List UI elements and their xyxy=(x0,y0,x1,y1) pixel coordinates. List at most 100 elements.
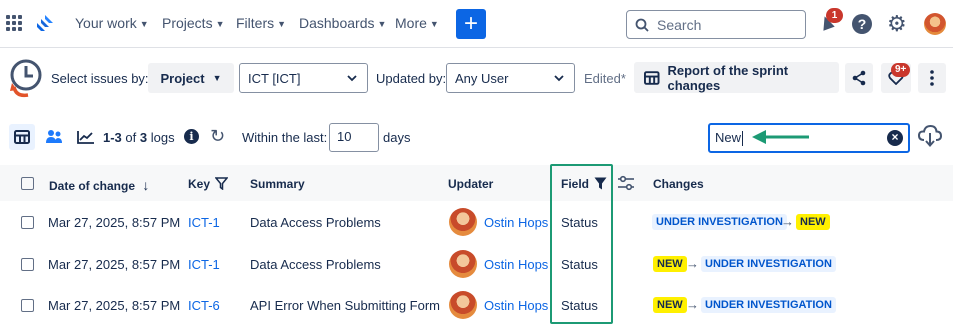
clear-icon[interactable]: × xyxy=(887,130,903,146)
table-icon xyxy=(14,130,30,144)
filter-outline-icon[interactable] xyxy=(215,177,228,190)
column-key-header[interactable]: Key xyxy=(188,177,210,191)
issue-key-link[interactable]: ICT-1 xyxy=(188,257,220,272)
create-button[interactable]: + xyxy=(456,9,486,39)
more-vertical-icon xyxy=(930,70,934,86)
column-changes-header[interactable]: Changes xyxy=(653,177,704,191)
arrow-right-icon: → xyxy=(686,256,699,271)
logs-total: 3 xyxy=(139,130,148,145)
chevron-down-icon: ▼ xyxy=(215,19,225,29)
info-icon[interactable]: i xyxy=(184,129,199,144)
nav-label: Filters xyxy=(236,15,275,31)
nav-projects[interactable]: Projects ▼ xyxy=(162,15,225,31)
avatar xyxy=(449,250,477,278)
count-badge: 9+ xyxy=(891,63,911,77)
gear-icon[interactable]: ⚙ xyxy=(887,13,907,35)
project-selector-button[interactable]: Project ▼ xyxy=(148,63,234,93)
sort-down-arrow-icon[interactable]: ↓ xyxy=(142,177,149,193)
history-clock-logo-icon xyxy=(10,59,42,98)
column-summary-header[interactable]: Summary xyxy=(250,177,305,191)
date-cell: Mar 27, 2025, 8:57 PM xyxy=(48,298,181,313)
within-last-label: Within the last: xyxy=(242,130,328,145)
column-settings-icon[interactable] xyxy=(617,175,635,191)
filter-value: New xyxy=(715,130,742,145)
more-actions-button[interactable] xyxy=(918,63,946,93)
field-column-highlight xyxy=(550,164,613,324)
app-switcher-icon[interactable] xyxy=(6,15,22,31)
nav-dashboards[interactable]: Dashboards ▼ xyxy=(299,15,386,31)
summary-cell: API Error When Submitting Form xyxy=(250,298,440,313)
annotation-arrow-icon xyxy=(752,130,809,144)
updated-by-label: Updated by: xyxy=(376,71,447,86)
column-key-label: Key xyxy=(188,177,211,191)
status-lozenge-to: UNDER INVESTIGATION xyxy=(701,256,836,272)
column-date-header[interactable]: Date of change ↓ xyxy=(49,177,149,193)
days-input[interactable]: 10 xyxy=(329,123,379,152)
chevron-down-icon: ▼ xyxy=(377,19,387,29)
refresh-icon[interactable]: ↻ xyxy=(210,126,225,147)
avatar xyxy=(449,291,477,319)
date-cell: Mar 27, 2025, 8:57 PM xyxy=(48,215,181,230)
row-checkbox[interactable] xyxy=(21,216,34,229)
row-checkbox[interactable] xyxy=(21,299,34,312)
report-button-label: Report of the sprint changes xyxy=(667,62,789,93)
edited-indicator: Edited* xyxy=(584,71,626,86)
logs-of: of xyxy=(125,130,137,145)
jira-logo-icon[interactable] xyxy=(35,14,55,34)
status-lozenge-from: UNDER INVESTIGATION xyxy=(652,214,787,230)
project-select-value: ICT [ICT] xyxy=(248,70,301,86)
chevron-down-icon: ▼ xyxy=(277,19,287,29)
project-button-label: Project xyxy=(160,70,205,86)
user-avatar[interactable] xyxy=(924,13,946,35)
select-issues-label: Select issues by: xyxy=(51,71,149,86)
table-icon xyxy=(644,70,660,85)
nav-label: Projects xyxy=(162,15,213,31)
arrow-right-icon: → xyxy=(686,297,699,312)
summary-cell: Data Access Problems xyxy=(250,215,381,230)
days-label: days xyxy=(383,130,411,145)
view-switcher xyxy=(9,124,99,150)
logs-range: 1-3 xyxy=(103,130,122,145)
column-date-label: Date of change xyxy=(49,179,136,193)
people-icon xyxy=(46,130,62,143)
nav-label: More xyxy=(395,15,427,31)
help-icon[interactable]: ? xyxy=(852,14,872,34)
logs-count: 1-3 of 3 logs xyxy=(103,130,175,145)
date-cell: Mar 27, 2025, 8:57 PM xyxy=(48,257,181,272)
top-navigation: Your work ▼ Projects ▼ Filters ▼ Dashboards… xyxy=(0,0,953,48)
chevron-down-icon: ▼ xyxy=(212,73,222,83)
avatar xyxy=(449,208,477,236)
nav-more[interactable]: More ▼ xyxy=(395,15,439,31)
report-button[interactable]: Report of the sprint changes xyxy=(634,62,839,93)
updater-link[interactable]: Ostin Hops xyxy=(484,257,548,272)
updater-link[interactable]: Ostin Hops xyxy=(484,298,548,313)
row-checkbox[interactable] xyxy=(21,258,34,271)
people-view-button[interactable] xyxy=(41,124,67,150)
project-select[interactable]: ICT [ICT] xyxy=(239,63,368,93)
summary-cell: Data Access Problems xyxy=(250,257,381,272)
nav-label: Your work xyxy=(75,15,137,31)
chart-view-button[interactable] xyxy=(73,124,99,150)
updater-link[interactable]: Ostin Hops xyxy=(484,215,548,230)
select-all-checkbox[interactable] xyxy=(21,177,34,190)
cloud-download-icon[interactable] xyxy=(918,125,942,147)
chevron-down-icon xyxy=(554,74,564,81)
share-button[interactable] xyxy=(845,63,873,93)
table-view-button[interactable] xyxy=(9,124,35,150)
status-lozenge-from: NEW xyxy=(653,256,687,272)
updated-by-select[interactable]: Any User xyxy=(446,63,575,93)
search-icon xyxy=(635,18,649,32)
nav-your-work[interactable]: Your work ▼ xyxy=(75,15,149,31)
status-lozenge-to: UNDER INVESTIGATION xyxy=(701,297,836,313)
search-input[interactable] xyxy=(657,16,787,33)
share-icon xyxy=(852,70,866,86)
updated-by-value: Any User xyxy=(455,70,509,86)
issue-key-link[interactable]: ICT-1 xyxy=(188,215,220,230)
nav-filters[interactable]: Filters ▼ xyxy=(236,15,286,31)
search-field[interactable] xyxy=(626,10,806,39)
issue-key-link[interactable]: ICT-6 xyxy=(188,298,220,313)
status-lozenge-from: NEW xyxy=(653,297,687,313)
column-updater-header[interactable]: Updater xyxy=(448,177,493,191)
chevron-down-icon xyxy=(347,74,357,81)
line-chart-icon xyxy=(77,131,94,144)
